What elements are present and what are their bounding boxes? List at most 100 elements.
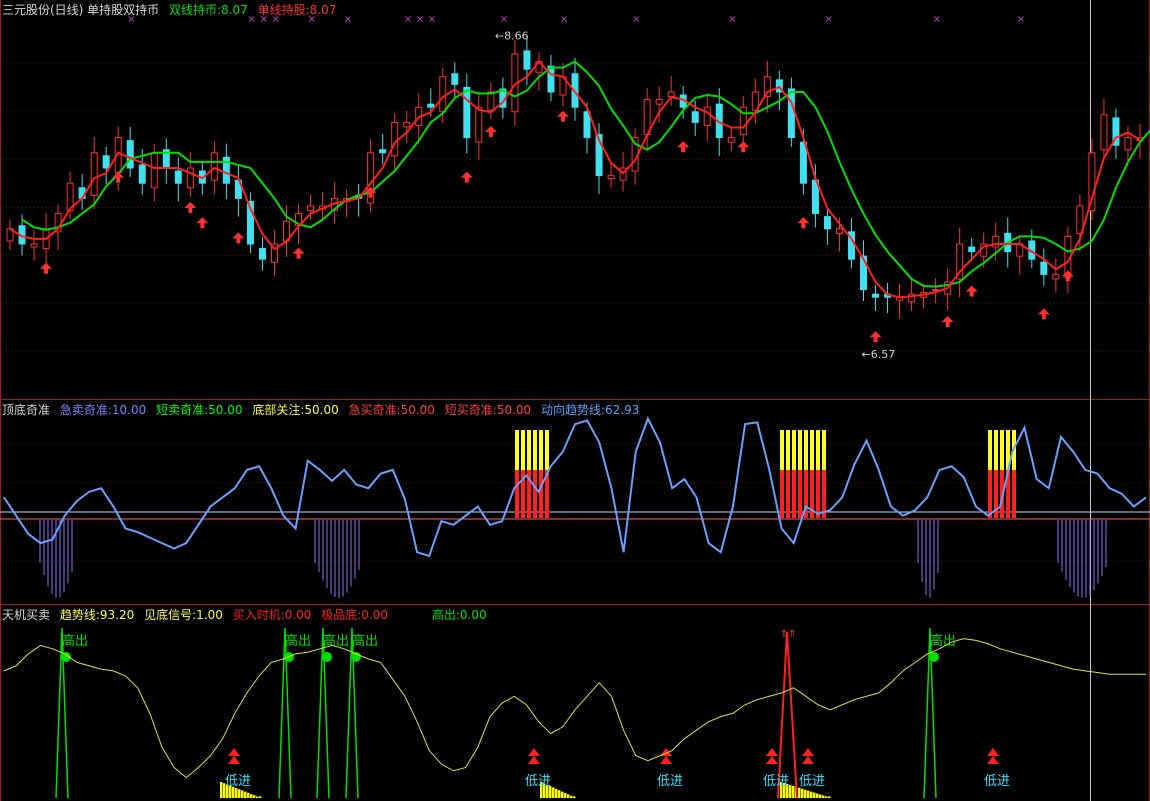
signal-x-icon: × bbox=[728, 14, 736, 25]
legend-high-exit: 高出:0.00 bbox=[431, 608, 487, 622]
signal-x-icon: × bbox=[428, 14, 436, 25]
candle bbox=[872, 285, 880, 311]
candle bbox=[739, 95, 747, 146]
candle-body bbox=[787, 88, 795, 139]
candle-body bbox=[427, 103, 435, 108]
bottom-signal-bar bbox=[789, 784, 792, 798]
candle bbox=[355, 183, 363, 217]
bottom-signal-bar bbox=[561, 791, 564, 798]
candle-body bbox=[872, 293, 880, 298]
legend-best-bottom: 极品底:0.00 bbox=[321, 608, 389, 622]
candle bbox=[559, 63, 567, 107]
bottom-signal-bar bbox=[244, 791, 247, 798]
buy-low-label: 低进 bbox=[657, 774, 683, 789]
trend-line-yellow bbox=[3, 638, 1146, 779]
candle-body bbox=[174, 170, 182, 184]
candle-body bbox=[1100, 114, 1108, 151]
bottom-panel-title: 天机买卖 bbox=[2, 608, 51, 622]
candle-body bbox=[487, 91, 495, 111]
top-panel-header: 三元股份(日线) 单持股双持币 双线持币:8.07 单线持股:8.07 bbox=[2, 1, 342, 18]
bottom-signal-bar bbox=[253, 795, 256, 798]
candle bbox=[90, 136, 98, 210]
bottom-signal-bar bbox=[552, 787, 555, 798]
buy-arrow-icon bbox=[1061, 270, 1074, 282]
candle bbox=[30, 230, 38, 261]
buy-timing-mark-icon: ⇑⇑ bbox=[780, 629, 797, 640]
signal-x-icon: × bbox=[560, 14, 568, 25]
candle bbox=[379, 133, 387, 165]
buy-signal-bar bbox=[798, 470, 802, 518]
signal-x-icon: × bbox=[632, 14, 640, 25]
buy-signal-bar bbox=[786, 470, 790, 518]
candle-body bbox=[150, 152, 158, 189]
candle bbox=[367, 139, 375, 213]
candle bbox=[234, 164, 242, 217]
legend-single-line: 单线持股:8.07 bbox=[257, 3, 337, 17]
candle bbox=[1028, 229, 1036, 269]
bottom-signal-bar bbox=[220, 782, 223, 798]
candle-body bbox=[835, 228, 843, 234]
price-high-label: ←8.66 bbox=[495, 29, 529, 42]
bottom-signal-bar bbox=[570, 795, 573, 798]
bottom-signal-bar bbox=[250, 794, 253, 798]
legend-short-sell: 短卖奇准:50.00 bbox=[156, 403, 243, 417]
buy-arrow-icon bbox=[1037, 308, 1050, 320]
bottom-signal-bar bbox=[807, 790, 810, 798]
bottom-signal-bar bbox=[558, 790, 561, 798]
buy-double-arrow-icon bbox=[987, 748, 999, 764]
bottom-signal-bar bbox=[238, 789, 241, 798]
buy-arrow-icon bbox=[797, 217, 810, 229]
signal-x-icon: × bbox=[824, 14, 832, 25]
candle-body bbox=[258, 248, 266, 260]
candle-body bbox=[451, 73, 459, 85]
buy-signal-bar bbox=[988, 470, 992, 518]
bottom-signal-bar bbox=[256, 796, 259, 798]
buy-arrow-icon bbox=[460, 171, 473, 183]
legend-bottom-focus: 底部关注:50.00 bbox=[252, 403, 339, 417]
signal-x-icon: × bbox=[1017, 14, 1025, 25]
candle-body bbox=[655, 99, 663, 105]
candle-body bbox=[799, 141, 807, 184]
legend-trend-line: 动向趋势线:62.93 bbox=[541, 403, 640, 417]
bottom-signal-bar bbox=[259, 796, 262, 798]
candle bbox=[896, 283, 904, 319]
candle bbox=[343, 189, 351, 218]
buy-arrow-icon bbox=[484, 126, 497, 137]
high-exit-label: 高出 bbox=[352, 633, 378, 649]
candle bbox=[1112, 108, 1120, 159]
buy-low-label: 低进 bbox=[799, 774, 825, 789]
legend-trend: 趋势线:93.20 bbox=[59, 608, 135, 622]
buy-signal-bar bbox=[816, 470, 820, 518]
candle-body bbox=[210, 152, 218, 181]
legend-urgent-sell: 急卖奇准:10.00 bbox=[59, 403, 147, 417]
candle-body bbox=[691, 111, 699, 123]
bottom-signal-bar bbox=[825, 796, 828, 798]
top-panel-title: 三元股份(日线) 单持股双持币 bbox=[2, 3, 160, 17]
candle-body bbox=[391, 121, 399, 157]
candle bbox=[319, 192, 327, 221]
candle-body bbox=[667, 91, 675, 98]
signal-x-icon: × bbox=[500, 14, 508, 25]
buy-arrow-icon bbox=[965, 285, 978, 297]
legend-buy-timing: 买入时机:0.00 bbox=[232, 608, 312, 622]
candle-body bbox=[475, 106, 483, 143]
candle-body bbox=[102, 155, 110, 169]
candle-body bbox=[1052, 273, 1060, 280]
trend-line-blue bbox=[3, 416, 1147, 558]
buy-signal-bar bbox=[539, 470, 543, 518]
bottom-signal-bar bbox=[567, 794, 570, 798]
legend-short-buy: 短买奇准:50.00 bbox=[444, 403, 532, 417]
buy-double-arrow-icon bbox=[766, 748, 778, 764]
bottom-signal-bar bbox=[801, 788, 804, 798]
price-low-label: ←6.57 bbox=[862, 348, 896, 361]
signal-x-icon: × bbox=[416, 14, 424, 25]
bottom-signal-bar bbox=[819, 794, 822, 798]
candle bbox=[823, 207, 831, 245]
bottom-signal-bar bbox=[810, 791, 813, 798]
buy-low-label: 低进 bbox=[225, 774, 251, 789]
legend-bottom-signal: 见底信号:1.00 bbox=[144, 608, 223, 622]
candle-body bbox=[703, 106, 711, 126]
candle bbox=[1100, 98, 1108, 162]
candle bbox=[884, 282, 892, 314]
candle-body bbox=[138, 164, 146, 184]
